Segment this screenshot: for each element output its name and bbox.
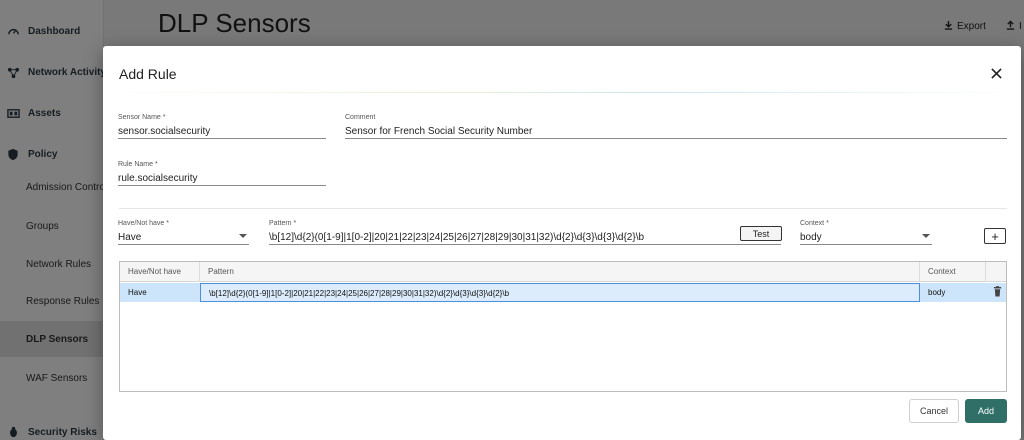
sensor-name-input[interactable]: sensor.socialsecurity (118, 125, 326, 139)
cell-have-not-have: Have (128, 288, 147, 297)
context-select[interactable]: body (800, 231, 932, 245)
comment-input[interactable]: Sensor for French Social Security Number (345, 125, 1007, 139)
column-header-context[interactable]: Context (920, 262, 986, 282)
pattern-table: Have/Not have Pattern Context Have \b[12… (119, 261, 1007, 392)
close-icon (990, 66, 1002, 84)
context-label: Context * (800, 220, 829, 227)
column-header-pattern[interactable]: Pattern (200, 262, 920, 282)
rule-name-field: Rule Name * rule.socialsecurity (118, 161, 326, 186)
pattern-input[interactable]: \b[12]\d{2}(0[1-9]|1[0-2]|20|21|22|23|24… (269, 231, 781, 245)
cell-pattern[interactable]: \b[12]\d{2}(0[1-9]|1[0-2]|20|21|22|23|24… (200, 283, 920, 302)
dialog-title: Add Rule (119, 66, 177, 82)
add-button[interactable]: Add (965, 399, 1007, 423)
pattern-field: Pattern * \b[12]\d{2}(0[1-9]|1[0-2]|20|2… (269, 220, 781, 245)
rule-name-label: Rule Name * (118, 161, 158, 168)
chevron-down-icon (239, 234, 247, 238)
sensor-name-label: Sensor Name * (118, 114, 166, 121)
table-row[interactable]: Have \b[12]\d{2}(0[1-9]|1[0-2]|20|21|22|… (120, 283, 1006, 302)
table-header: Have/Not have Pattern Context (120, 262, 1006, 282)
close-button[interactable] (987, 66, 1005, 84)
sensor-name-field: Sensor Name * sensor.socialsecurity (118, 114, 326, 139)
context-field: Context * body (800, 220, 932, 245)
title-divider (103, 92, 1021, 93)
chevron-down-icon (922, 234, 930, 238)
have-not-have-field: Have/Not have * Have (118, 220, 249, 245)
pattern-label: Pattern * (269, 220, 297, 227)
delete-row-icon[interactable] (993, 286, 1003, 298)
have-not-have-select[interactable]: Have (118, 231, 249, 245)
rule-name-input[interactable]: rule.socialsecurity (118, 172, 326, 186)
test-button[interactable]: Test (740, 226, 782, 241)
have-not-have-label: Have/Not have * (118, 220, 169, 227)
cell-context: body (928, 288, 946, 297)
comment-field: Comment Sensor for French Social Securit… (345, 114, 1007, 139)
section-divider (119, 208, 1007, 209)
cancel-button[interactable]: Cancel (909, 399, 959, 423)
column-header-have-not-have[interactable]: Have/Not have (120, 262, 200, 282)
add-pattern-button[interactable]: + (984, 228, 1006, 244)
add-rule-dialog: Add Rule Sensor Name * sensor.socialsecu… (103, 46, 1021, 440)
comment-label: Comment (345, 114, 376, 121)
